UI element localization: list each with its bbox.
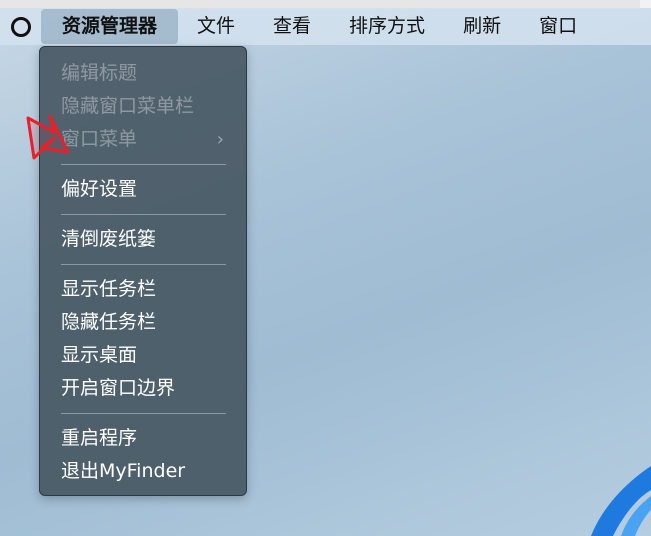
menu-sort[interactable]: 排序方式 bbox=[330, 9, 444, 44]
menu-bar: 资源管理器 文件 查看 排序方式 刷新 窗口 bbox=[0, 8, 651, 45]
menu-separator bbox=[61, 214, 226, 215]
menu-item-label: 重启程序 bbox=[61, 427, 138, 449]
menu-refresh[interactable]: 刷新 bbox=[444, 9, 520, 44]
blue-swirl-icon bbox=[591, 466, 651, 536]
menu-item-window-bounds[interactable]: 开启窗口边界 bbox=[40, 372, 246, 405]
menu-item-quit[interactable]: 退出MyFinder bbox=[40, 455, 246, 488]
menu-item-label: 编辑标题 bbox=[61, 62, 138, 84]
menu-item-label: 退出MyFinder bbox=[61, 460, 186, 482]
menu-item-show-desktop[interactable]: 显示桌面 bbox=[40, 339, 246, 372]
menu-item-label: 显示桌面 bbox=[61, 344, 138, 366]
menu-item-show-taskbar[interactable]: 显示任务栏 bbox=[40, 273, 246, 306]
chevron-right-icon: › bbox=[216, 129, 224, 150]
menu-item-empty-trash[interactable]: 清倒废纸篓 bbox=[40, 223, 246, 256]
menu-view[interactable]: 查看 bbox=[254, 9, 330, 44]
menu-item-label: 清倒废纸篓 bbox=[61, 228, 157, 250]
red-arrow-icon bbox=[26, 114, 70, 160]
menu-item-edit-title[interactable]: 编辑标题 bbox=[40, 57, 246, 90]
menu-separator bbox=[61, 264, 226, 265]
menu-item-label: 显示任务栏 bbox=[61, 278, 157, 300]
menu-window[interactable]: 窗口 bbox=[520, 9, 596, 44]
menu-item-label: 隐藏任务栏 bbox=[61, 311, 157, 333]
menu-item-label: 开启窗口边界 bbox=[61, 377, 176, 399]
top-scroll-strip bbox=[0, 0, 651, 9]
menu-item-restart[interactable]: 重启程序 bbox=[40, 422, 246, 455]
menu-explorer[interactable]: 资源管理器 bbox=[41, 9, 179, 44]
menu-separator bbox=[61, 413, 226, 414]
menu-file[interactable]: 文件 bbox=[178, 9, 254, 44]
circle-logo-icon[interactable] bbox=[11, 16, 31, 37]
menu-item-hide-taskbar[interactable]: 隐藏任务栏 bbox=[40, 306, 246, 339]
